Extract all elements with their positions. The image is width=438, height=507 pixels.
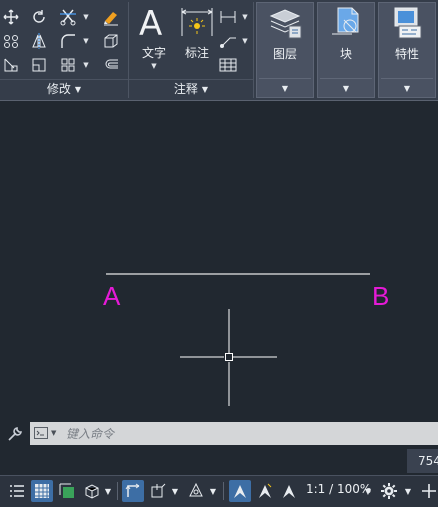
chevron-down-icon: ▼ [201,85,209,94]
command-prompt-icon[interactable] [34,427,48,439]
divider [223,482,224,500]
divider [259,78,311,79]
properties-label: 特性 [394,47,419,61]
leader-dropdown-icon[interactable]: ▼ [241,37,249,45]
object-snap-dropdown-icon[interactable]: ▼ [208,480,218,502]
status-bar: ▼ ▼ ▼ 1:1 / 100% ▼ ▼ [0,475,438,507]
ribbon: ▼ ▼ ▼ 修改 ▼ A 文字 ▼ 标注 ▼ ▼ 注释 ▼ 图层 ▼ 块 ▼ 特… [0,0,438,101]
scale-dropdown-icon[interactable]: ▼ [363,480,373,502]
annotation-panel-title-text: 注释 [173,82,198,96]
trim-dropdown-icon[interactable]: ▼ [82,13,90,21]
stretch-icon[interactable] [0,54,22,76]
customize-wrench-icon[interactable] [6,425,24,443]
text-tool-label: 文字 [141,46,166,60]
trim-icon[interactable] [57,6,79,28]
modify-panel-title-text: 修改 [46,82,71,96]
object-snap-tracking-dropdown-icon[interactable]: ▼ [170,480,180,502]
fillet-dropdown-icon[interactable]: ▼ [82,37,90,45]
dimension-tool-label: 标注 [184,46,209,60]
annotation-panel: A 文字 ▼ 标注 ▼ ▼ 注释 ▼ [129,0,253,100]
array-3d-icon[interactable] [100,30,122,52]
modify-panel: ▼ ▼ ▼ 修改 ▼ [0,0,128,100]
command-line: ▼ 键入命令 [0,420,438,447]
block-panel-button[interactable]: 块 ▼ [317,2,375,98]
dimension-tool-button[interactable]: 标注 [179,4,215,64]
modify-panel-title[interactable]: 修改 ▼ [0,79,128,98]
linear-dimension-icon[interactable] [217,6,239,28]
fillet-icon[interactable] [57,30,79,52]
drawing-canvas[interactable]: A B [0,101,438,419]
rotate-icon[interactable] [28,6,50,28]
block-label: 块 [339,47,352,61]
object-snap-tracking-icon[interactable] [147,480,169,502]
menu-icon[interactable] [6,480,28,502]
copy-icon[interactable] [0,30,22,52]
annotation-visibility-icon[interactable] [229,480,251,502]
array-dropdown-icon[interactable]: ▼ [82,61,90,69]
isometric-drafting-icon[interactable] [81,480,103,502]
point-label-a: A [103,281,121,311]
layers-panel-button[interactable]: 图层 ▼ [256,2,314,98]
chevron-down-icon: ▼ [74,85,82,94]
drawing-svg [106,273,370,406]
mirror-icon[interactable] [28,30,50,52]
linear-dimension-dropdown-icon[interactable]: ▼ [241,13,249,21]
point-label-b: B [372,281,390,311]
leader-icon[interactable] [217,30,239,52]
annotation-scale-icon[interactable] [278,480,300,502]
properties-panel-button[interactable]: 特性 ▼ [378,2,436,98]
gear-icon[interactable] [379,480,399,502]
rect-array-icon[interactable] [57,54,79,76]
auto-scale-icon[interactable] [254,480,276,502]
divider [320,78,372,79]
table-icon[interactable] [217,54,239,76]
layers-icon [269,9,302,39]
coordinate-row: 754 [0,447,438,475]
properties-icon [394,7,422,39]
annotation-panel-title[interactable]: 注释 ▼ [129,79,253,98]
text-tool-button[interactable]: A 文字 ▼ [135,4,173,74]
object-snap-icon[interactable] [185,480,207,502]
workspace-dropdown-icon[interactable]: ▼ [403,480,413,502]
snap-mode-icon[interactable] [56,480,78,502]
command-placeholder: 键入命令 [66,427,115,441]
command-history-dropdown-icon[interactable]: ▼ [51,429,56,437]
dimension-icon [181,8,213,36]
text-tool-dropdown-icon: ▼ [151,62,157,70]
chevron-down-icon: ▼ [342,84,350,93]
scale-icon[interactable] [28,54,50,76]
grid-toggle-icon[interactable] [31,480,53,502]
ortho-mode-icon[interactable] [122,480,144,502]
text-tool-icon: A [139,4,163,44]
chevron-down-icon: ▼ [281,84,289,93]
layers-label: 图层 [272,47,297,61]
erase-icon[interactable] [100,6,122,28]
offset-icon[interactable] [100,54,122,76]
chevron-down-icon: ▼ [403,84,411,93]
command-input[interactable]: ▼ 键入命令 [30,422,438,445]
divider [117,482,118,500]
isometric-dropdown-icon[interactable]: ▼ [103,480,113,502]
coordinate-readout[interactable]: 754 [407,449,438,473]
divider [381,78,433,79]
crosshair-cursor [180,309,277,406]
move-icon[interactable] [0,6,22,28]
annotation-scale-value[interactable]: 1:1 / 100% [306,482,371,496]
plus-icon[interactable] [420,480,438,502]
panel-divider [253,2,254,98]
block-icon [332,7,359,35]
